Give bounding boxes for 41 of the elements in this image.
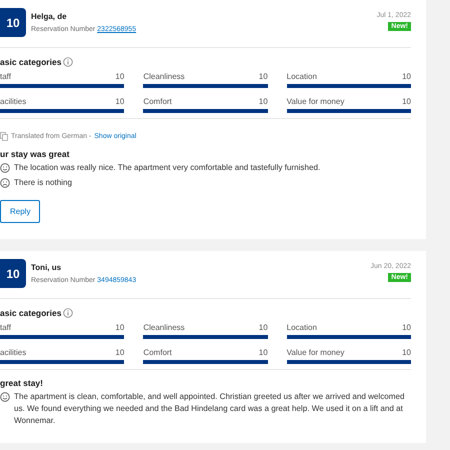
category-score: 10 — [402, 348, 411, 357]
category-label: Value for money — [286, 348, 344, 357]
category-score: 10 — [258, 72, 268, 81]
category-label: taff — [0, 323, 11, 332]
review-text: There is nothing — [14, 177, 72, 189]
review-text: The location was really nice. The apartment very comfortable and tastefully furnished. — [14, 162, 320, 174]
category-label: Comfort — [143, 348, 172, 357]
smiley-icon — [0, 392, 10, 402]
category-score: 10 — [402, 97, 411, 106]
category-score: 10 — [402, 323, 411, 332]
category-score: 10 — [258, 323, 268, 332]
category-label: Cleanliness — [143, 323, 185, 332]
categories-heading: asic categories — [0, 57, 62, 67]
smiley-icon — [0, 163, 10, 173]
category-score: 10 — [115, 323, 124, 332]
score-badge: 10 — [0, 8, 26, 37]
category-label: Cleanliness — [143, 72, 185, 81]
category-score: 10 — [402, 72, 411, 81]
category-score: 10 — [115, 72, 124, 81]
frown-icon — [0, 178, 10, 188]
info-icon[interactable] — [63, 308, 74, 318]
category-label: Location — [286, 72, 317, 81]
categories-heading: asic categories — [0, 308, 62, 318]
review-title: ur stay was great — [0, 149, 70, 159]
category-label: Location — [286, 323, 317, 332]
review-text: The apartment is clean, comfortable, and well appointed. Christian greeted us after we arrived and welcomed us. We found everything we needed and the Bad Hindelang card was a great help. We used it on a lift and at Wonnemar. — [14, 391, 406, 427]
category-label: Comfort — [143, 97, 172, 106]
category-score: 10 — [258, 348, 268, 357]
category-label: acilities — [0, 348, 26, 357]
category-score: 10 — [258, 97, 268, 106]
category-label: Value for money — [286, 97, 344, 106]
category-label: taff — [0, 72, 11, 81]
category-score: 10 — [115, 348, 124, 357]
guest-name: Toni, us — [31, 263, 62, 272]
guest-name: Helga, de — [31, 12, 68, 21]
score-badge: 10 — [0, 259, 26, 288]
category-score: 10 — [115, 97, 124, 106]
reply-button[interactable]: Reply — [0, 200, 40, 223]
info-icon[interactable] — [63, 57, 74, 67]
category-label: acilities — [0, 97, 26, 106]
review-title: great stay! — [0, 378, 44, 388]
